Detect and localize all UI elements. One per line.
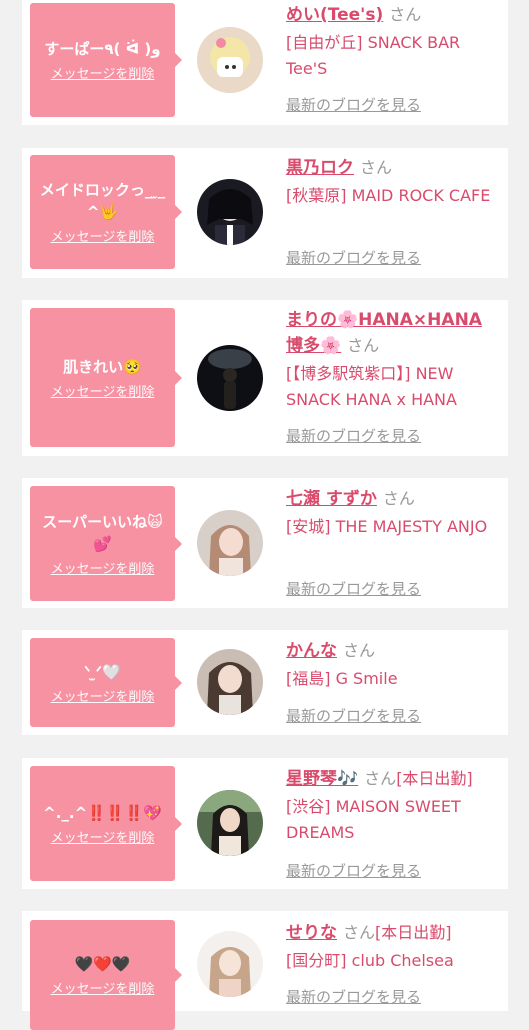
latest-blog-link[interactable]: 最新のブログを見る	[286, 94, 421, 115]
delete-message-link[interactable]: メッセージを削除	[51, 381, 155, 400]
avatar[interactable]	[197, 345, 263, 411]
attendance-status: [本日出勤]	[375, 923, 452, 942]
member-info: 星野琴🎶 さん[本日出勤] [渋谷] MAISON SWEET DREAMS	[286, 766, 501, 846]
avatar[interactable]	[197, 790, 263, 856]
message-text: 🖤❤️🖤	[74, 955, 131, 973]
member-name-link[interactable]: 七瀬 すずか	[286, 489, 377, 509]
message-card: メイドロックっ_ ̫_^🤟 メッセージを削除 黒乃ロク さん [秋葉原] MAID…	[22, 148, 508, 278]
honorific: さん	[382, 489, 415, 508]
message-text: ᐠ ̫ᐟ🤍	[84, 662, 121, 681]
message-text: 肌きれい🥺	[63, 357, 142, 376]
member-info: せりな さん[本日出勤] [国分町] club Chelsea	[286, 920, 501, 974]
attendance-status: [本日出勤]	[396, 769, 473, 788]
shop-name: [秋葉原] MAID ROCK CAFE	[286, 186, 491, 205]
message-bubble: メイドロックっ_ ̫_^🤟 メッセージを削除	[30, 155, 182, 269]
message-bubble: ᐠ ̫ᐟ🤍 メッセージを削除	[30, 638, 182, 727]
honorific: さん	[343, 641, 376, 660]
honorific: さん	[364, 769, 397, 788]
honorific: さん	[389, 5, 422, 24]
avatar[interactable]	[197, 649, 263, 715]
message-bubble: スーパーいいね🙀💕 メッセージを削除	[30, 486, 182, 601]
message-text: スーパーいいね🙀💕	[42, 512, 163, 553]
latest-blog-link[interactable]: 最新のブログを見る	[286, 578, 421, 599]
member-info: 七瀬 すずか さん [安城] THE MAJESTY ANJO	[286, 486, 496, 540]
message-text: メイドロックっ_ ̫_^🤟	[39, 181, 166, 221]
shop-name: [渋谷] MAISON SWEET DREAMS	[286, 797, 461, 842]
shop-name: [自由が丘] SNACK BAR Tee'S	[286, 33, 461, 78]
shop-name: [福島] G Smile	[286, 669, 398, 688]
member-name-link[interactable]: かんな	[286, 641, 337, 661]
message-bubble: 🖤❤️🖤 メッセージを削除	[30, 920, 182, 1030]
latest-blog-link[interactable]: 最新のブログを見る	[286, 705, 421, 726]
member-name-link[interactable]: まりの🌸HANA×HANA博多🌸	[286, 310, 482, 356]
member-name-link[interactable]: 星野琴🎶	[286, 769, 358, 789]
avatar[interactable]	[197, 510, 263, 576]
avatar[interactable]	[197, 27, 263, 93]
honorific: さん	[347, 336, 380, 355]
avatar[interactable]	[197, 931, 263, 997]
latest-blog-link[interactable]: 最新のブログを見る	[286, 986, 421, 1007]
message-bubble: すーぱー٩( ᐛ )و メッセージを削除	[30, 3, 182, 117]
avatar[interactable]	[197, 179, 263, 245]
member-info: 黒乃ロク さん [秋葉原] MAID ROCK CAFE	[286, 155, 496, 209]
latest-blog-link[interactable]: 最新のブログを見る	[286, 425, 421, 446]
message-bubble: 肌きれい🥺 メッセージを削除	[30, 308, 182, 447]
message-card: ᐠ ̫ᐟ🤍 メッセージを削除 かんな さん [福島] G Smile 最新のブログ…	[22, 630, 508, 735]
member-info: かんな さん [福島] G Smile	[286, 638, 496, 692]
message-card: すーぱー٩( ᐛ )و メッセージを削除 めい(Tee's) さん [自由が丘] …	[22, 0, 508, 125]
message-card: スーパーいいね🙀💕 メッセージを削除 七瀬 すずか さん [安城] THE MAJ…	[22, 478, 508, 608]
member-name-link[interactable]: めい(Tee's)	[286, 5, 383, 25]
delete-message-link[interactable]: メッセージを削除	[51, 827, 155, 846]
latest-blog-link[interactable]: 最新のブログを見る	[286, 247, 421, 268]
message-card: 肌きれい🥺 メッセージを削除 まりの🌸HANA×HANA博多🌸 さん [【博多駅筑…	[22, 300, 508, 456]
delete-message-link[interactable]: メッセージを削除	[51, 978, 155, 997]
member-name-link[interactable]: せりな	[286, 923, 337, 943]
latest-blog-link[interactable]: 最新のブログを見る	[286, 860, 421, 881]
message-bubble: ^._.^‼️‼️‼️💖 メッセージを削除	[30, 766, 182, 881]
delete-message-link[interactable]: メッセージを削除	[51, 63, 155, 82]
shop-name: [【博多駅筑紫口】] NEW SNACK HANA x HANA	[286, 364, 457, 409]
message-text: すーぱー٩( ᐛ )و	[44, 40, 161, 58]
delete-message-link[interactable]: メッセージを削除	[51, 558, 155, 577]
delete-message-link[interactable]: メッセージを削除	[51, 686, 155, 705]
member-info: まりの🌸HANA×HANA博多🌸 さん [【博多駅筑紫口】] NEW SNACK …	[286, 308, 496, 413]
message-card: ^._.^‼️‼️‼️💖 メッセージを削除 星野琴🎶 さん[本日出勤] [渋谷] …	[22, 758, 508, 889]
shop-name: [国分町] club Chelsea	[286, 951, 454, 970]
honorific: さん	[343, 923, 376, 942]
delete-message-link[interactable]: メッセージを削除	[51, 226, 155, 245]
member-info: めい(Tee's) さん [自由が丘] SNACK BAR Tee'S	[286, 2, 496, 82]
shop-name: [安城] THE MAJESTY ANJO	[286, 517, 488, 536]
member-name-link[interactable]: 黒乃ロク	[286, 158, 354, 178]
honorific: さん	[360, 158, 393, 177]
message-text: ^._.^‼️‼️‼️💖	[43, 803, 162, 822]
message-card: 🖤❤️🖤 メッセージを削除 せりな さん[本日出勤] [国分町] club Che…	[22, 911, 508, 1030]
